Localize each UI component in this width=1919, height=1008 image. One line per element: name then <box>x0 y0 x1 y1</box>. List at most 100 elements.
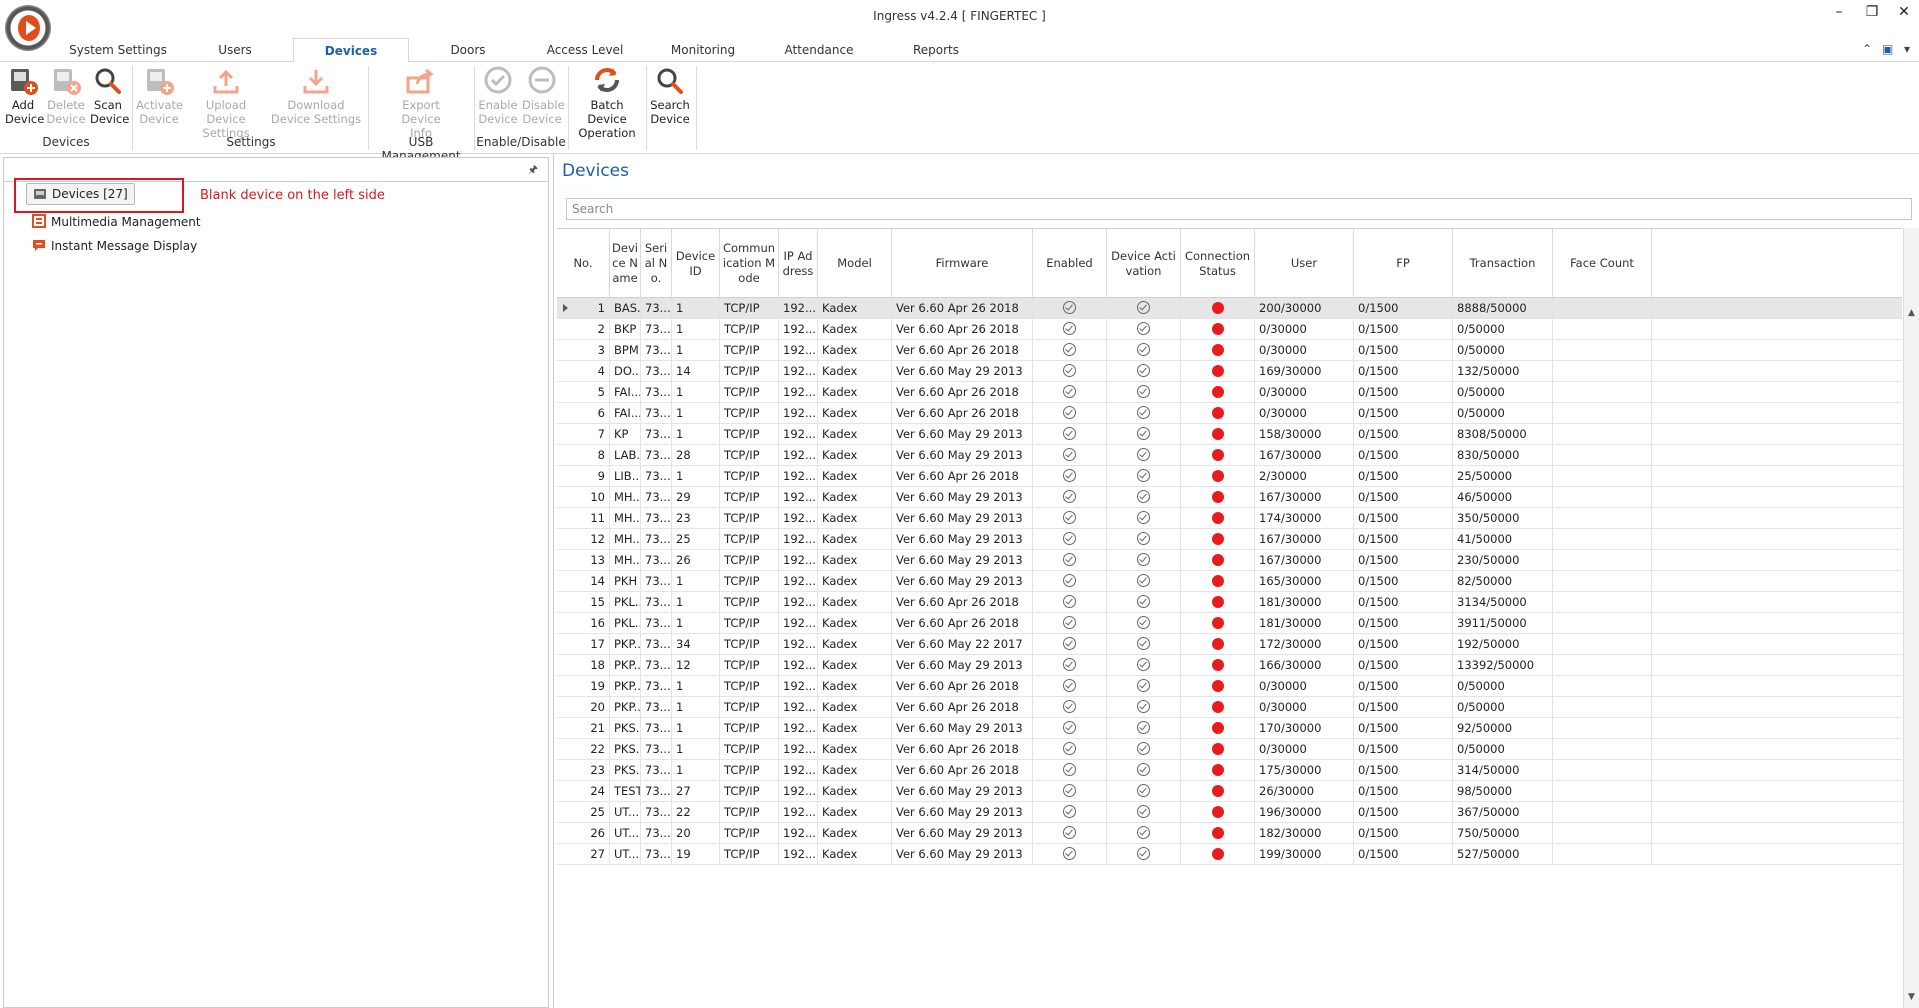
col-connection-status-cell <box>1181 781 1255 801</box>
check-circle-icon <box>1063 511 1076 524</box>
add-device-button[interactable]: Add Device <box>2 66 44 126</box>
table-row[interactable]: 5 FAI... 73... 1 TCP/IP 192.... Kadex Ver 6.60 … <box>557 382 1902 403</box>
upload-device-settings-label: Upload Device Settings <box>202 98 250 140</box>
tab-system-settings[interactable]: System Settings <box>66 38 170 62</box>
tab-reports[interactable]: Reports <box>906 38 966 62</box>
col-serial-no-cell: 73... <box>641 676 672 696</box>
table-row[interactable]: 11 MH... 73... 23 TCP/IP 192.... Kadex Ver 6.60… <box>557 508 1902 529</box>
col-device-activation-cell <box>1107 676 1181 696</box>
tab-devices[interactable]: Devices <box>293 38 409 63</box>
window-title: Ingress v4.2.4 [ FINGERTEC ] <box>873 9 1046 23</box>
col-fp-header[interactable]: FP <box>1354 229 1453 298</box>
col-transaction-header[interactable]: Transaction <box>1453 229 1553 298</box>
table-row[interactable]: 15PKL...73...1TCP/IP192....KadexVer 6.60… <box>557 592 1902 613</box>
activate-device-icon <box>143 66 175 96</box>
col-device-name-header[interactable]: Device Name <box>610 229 641 298</box>
office-icon[interactable]: ▣ <box>1882 42 1893 56</box>
table-row[interactable]: 7 KP 73... 1 TCP/IP 192.... Kadex Ver 6.60 May … <box>557 424 1902 445</box>
col-serial-no-cell: 73... <box>641 361 672 381</box>
delete-device-button[interactable]: Delete Device <box>44 66 88 126</box>
tree-node-instant-message[interactable]: Instant Message Display <box>32 236 197 256</box>
download-device-settings-button[interactable]: Download Device Settings <box>268 66 364 126</box>
table-row[interactable]: 20PKP...73...1TCP/IP192....KadexVer 6.60… <box>557 697 1902 718</box>
table-row[interactable]: 14 PKH 73... 1 TCP/IP 192.... Kadex Ver 6.60 Ma… <box>557 571 1902 592</box>
batch-device-operation-button[interactable]: Batch Device Operation <box>570 66 644 140</box>
table-row[interactable]: 26 UT... 73... 20 TCP/IP 192.... Kadex Ver 6.60… <box>557 823 1902 844</box>
col-firmware-cell: Ver 6.60 Apr 26 2018 <box>892 298 1033 318</box>
table-row[interactable]: 16PKL...73...1TCP/IP192....KadexVer 6.60… <box>557 613 1902 634</box>
check-circle-icon <box>1137 847 1150 860</box>
col-device-name-cell: PKP... <box>610 634 641 654</box>
col-ip-address-header[interactable]: IP Address <box>779 229 818 298</box>
ribbon-tab-bar: System Settings Users Devices Doors Acce… <box>0 38 1919 63</box>
table-row[interactable]: 3 BPM 73... 1 TCP/IP 192.... Kadex Ver 6.60 Apr… <box>557 340 1902 361</box>
table-row[interactable]: 24 TEST 73... 27 TCP/IP 192.... Kadex Ver 6.60 … <box>557 781 1902 802</box>
search-device-button[interactable]: Search Device <box>648 66 692 126</box>
vertical-scrollbar[interactable]: ▲ ▼ <box>1903 228 1919 1008</box>
activate-device-button[interactable]: Activate Device <box>134 66 184 126</box>
scroll-up-icon[interactable]: ▲ <box>1908 308 1915 318</box>
close-button[interactable]: ✕ <box>1892 4 1916 20</box>
col-model-cell: Kadex <box>818 676 892 696</box>
restore-button[interactable]: ❐ <box>1860 4 1884 20</box>
col-serial-no-cell: 73... <box>641 445 672 465</box>
options-dropdown-icon[interactable]: ▾ <box>1904 42 1910 56</box>
tree-node-multimedia[interactable]: Multimedia Management <box>32 212 201 232</box>
col-device-id-cell: 1 <box>672 466 720 486</box>
tab-doors[interactable]: Doors <box>440 38 496 62</box>
table-row[interactable]: 19PKP...73...1TCP/IP192....KadexVer 6.60… <box>557 676 1902 697</box>
table-row[interactable]: 9 LIB... 73... 1 TCP/IP 192.... Kadex Ver 6.60 … <box>557 466 1902 487</box>
scroll-down-icon[interactable]: ▼ <box>1908 992 1915 1002</box>
collapse-ribbon-icon[interactable]: ⌃ <box>1862 42 1872 56</box>
table-row[interactable]: 22PKS...73...1TCP/IP192....KadexVer 6.60… <box>557 739 1902 760</box>
tab-attendance[interactable]: Attendance <box>780 38 858 62</box>
col-enabled-cell <box>1033 823 1107 843</box>
table-row[interactable]: 2 BKP 73... 1 TCP/IP 192.... Kadex Ver 6.60 Apr… <box>557 319 1902 340</box>
col-serial-no-cell: 73... <box>641 382 672 402</box>
col-no-header[interactable]: No. <box>557 229 610 298</box>
col-communication-mode-header[interactable]: Communication Mode <box>720 229 779 298</box>
col-communication-mode-cell: TCP/IP <box>720 823 779 843</box>
col-face-count-cell <box>1553 403 1652 423</box>
scan-device-button[interactable]: Scan Device <box>88 66 129 126</box>
table-row[interactable]: 8LAB...73...28TCP/IP192....KadexVer 6.60… <box>557 445 1902 466</box>
col-device-id-header[interactable]: Device ID <box>672 229 720 298</box>
col-enabled-header[interactable]: Enabled <box>1033 229 1107 298</box>
table-row[interactable]: 12 MH... 73... 25 TCP/IP 192.... Kadex Ver 6.60… <box>557 529 1902 550</box>
tab-access-level[interactable]: Access Level <box>542 38 628 62</box>
table-row[interactable]: 13 MH... 73... 26 TCP/IP 192.... Kadex Ver 6.60… <box>557 550 1902 571</box>
table-row[interactable]: 23PKS...73...1TCP/IP192....KadexVer 6.60… <box>557 760 1902 781</box>
table-row[interactable]: 1BAS...73...1TCP/IP192....KadexVer 6.60 … <box>557 298 1902 319</box>
col-device-id-cell: 20 <box>672 823 720 843</box>
col-model-header[interactable]: Model <box>818 229 892 298</box>
col-firmware-header[interactable]: Firmware <box>892 229 1033 298</box>
minimize-button[interactable]: – <box>1827 4 1851 20</box>
upload-device-settings-button[interactable]: Upload Device Settings <box>184 66 268 140</box>
export-device-info-button[interactable]: Export Device Info <box>380 66 462 140</box>
table-row[interactable]: 6 FAI... 73... 1 TCP/IP 192.... Kadex Ver 6.60 … <box>557 403 1902 424</box>
col-firmware-cell: Ver 6.60 Apr 26 2018 <box>892 697 1033 717</box>
annotation-highlight-box <box>14 178 184 213</box>
col-transaction-cell: 314/50000 <box>1453 760 1553 780</box>
col-user-header[interactable]: User <box>1255 229 1354 298</box>
check-circle-icon <box>1137 511 1150 524</box>
tab-monitoring[interactable]: Monitoring <box>664 38 742 62</box>
col-connection-status-header[interactable]: Connection Status <box>1181 229 1255 298</box>
table-row[interactable]: 25 UT... 73... 22 TCP/IP 192.... Kadex Ver 6.60… <box>557 802 1902 823</box>
table-row[interactable]: 27 UT... 73... 19 TCP/IP 192.... Kadex Ver 6.60… <box>557 844 1902 865</box>
col-connection-status-cell <box>1181 739 1255 759</box>
col-serial-no-header[interactable]: Serial No. <box>641 229 672 298</box>
pin-icon[interactable]: 🖈 <box>528 161 538 180</box>
table-row[interactable]: 17PKP...73...34TCP/IP192....KadexVer 6.6… <box>557 634 1902 655</box>
disable-device-button[interactable]: Disable Device <box>520 66 565 126</box>
table-row[interactable]: 18PKP...73...12TCP/IP192....KadexVer 6.6… <box>557 655 1902 676</box>
table-row[interactable]: 4 DO... 73... 14 TCP/IP 192.... Kadex Ver 6.60 … <box>557 361 1902 382</box>
table-row[interactable]: 21PKS...73...1TCP/IP192....KadexVer 6.60… <box>557 718 1902 739</box>
tab-users[interactable]: Users <box>210 38 260 62</box>
table-row[interactable]: 10 MH... 73... 29 TCP/IP 192.... Kadex Ver 6.60… <box>557 487 1902 508</box>
enable-device-button[interactable]: Enable Device <box>476 66 520 126</box>
col-device-activation-header[interactable]: Device Activation <box>1107 229 1181 298</box>
search-input[interactable] <box>566 198 1912 220</box>
col-device-activation-cell <box>1107 823 1181 843</box>
col-face-count-header[interactable]: Face Count <box>1553 229 1652 298</box>
